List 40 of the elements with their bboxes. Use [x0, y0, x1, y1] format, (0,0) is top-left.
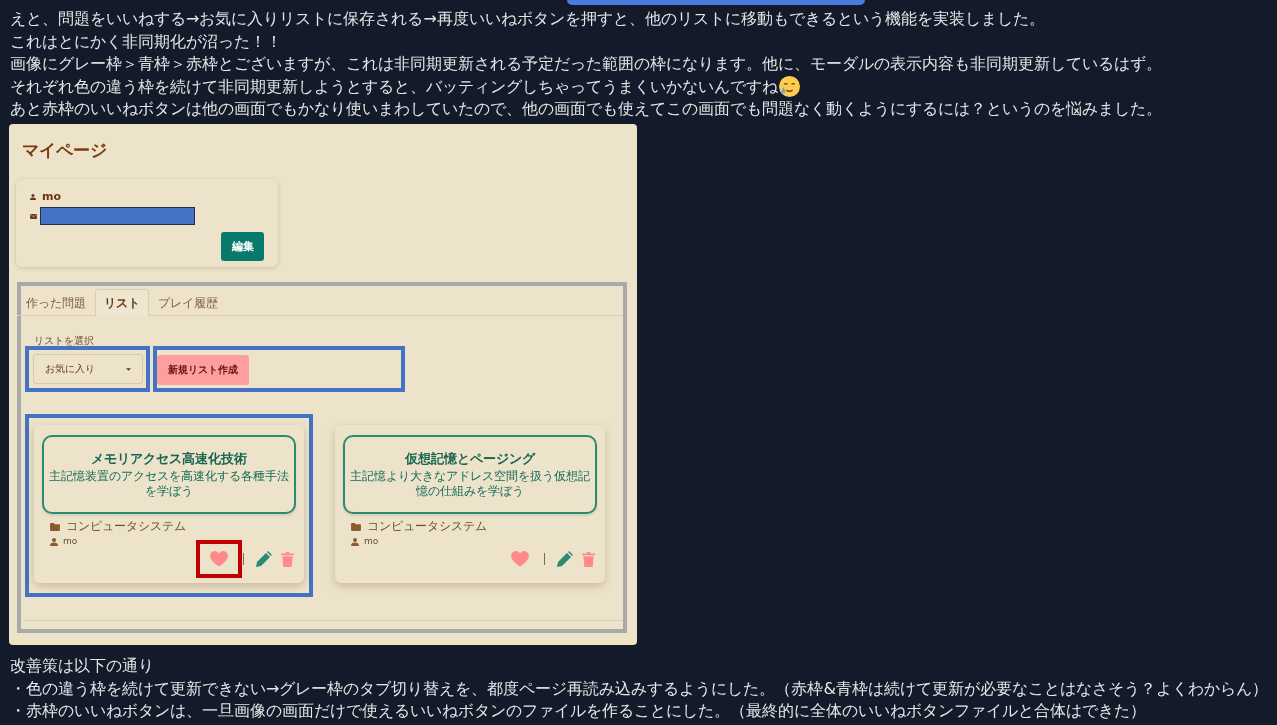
tab[interactable]: リスト	[95, 289, 149, 316]
trash-icon[interactable]	[582, 551, 595, 567]
bullet-item: ・赤枠のいいねボタンは、一旦画像の画面だけで使えるいいねボタンのファイルを作ることにした。（最終的に全体のいいねボタンファイルと合体はできた）	[10, 700, 1147, 722]
tab[interactable]: プレイ履歴	[149, 289, 227, 316]
page-title: マイページ	[22, 140, 107, 160]
card-description: 主記憶より大きなアドレス空間を扱う仮想記憶の仕組みを学ぼう	[349, 468, 591, 499]
heart-icon[interactable]	[511, 551, 529, 567]
bullet-item: ・色の違う枠を続けて更新できない→グレー枠のタブ切り替えを、都度ページ再読み込みするようにした。（赤枠&青枠は続けて更新が必要なことはなさそう？よくわからん）	[10, 677, 1267, 700]
tab[interactable]: 作った問題	[17, 289, 95, 316]
user-name: mo	[42, 191, 62, 203]
card-title: 仮想記憶とページング	[405, 450, 535, 467]
card-description: 主記憶装置のアクセスを高速化する各種手法を学ぼう	[48, 468, 290, 499]
author-name: mo	[63, 535, 78, 548]
author-name: mo	[364, 535, 379, 548]
select-label: リストを選択	[34, 335, 94, 346]
intro-paragraph: えと、問題をいいねする→お気に入りリストに保存される→再度いいねボタンを押すと、他のリストに移動もできるという機能を実装しました。	[10, 8, 1045, 30]
person-icon	[351, 537, 359, 546]
quiz-card[interactable]: メモリアクセス高速化技術 主記憶装置のアクセスを高速化する各種手法を学ぼう コンピュータシステム mo	[34, 425, 304, 583]
intro-paragraph: 画像にグレー枠＞青枠＞赤枠とございますが、これは非同期更新される予定だった範囲の枠になります。他に、モーダルの表示内容も非同期更新しているはず。	[10, 53, 1162, 75]
category-label: コンピュータシステム	[66, 520, 186, 533]
pencil-icon[interactable]	[256, 551, 272, 567]
edit-button[interactable]: 編集	[221, 232, 264, 261]
folder-icon	[50, 522, 60, 531]
new-list-button[interactable]: 新規リスト作成	[157, 355, 249, 385]
list-select[interactable]: お気に入り	[33, 354, 143, 384]
intro-paragraph: これはとにかく非同期化が沼った！！	[10, 30, 282, 53]
intro-paragraph: それぞれ色の違う枠を続けて非同期更新しようとすると、バッティングしちゃってうまくいかないんですね	[10, 75, 778, 98]
category-label: コンピュータシステム	[367, 520, 487, 533]
pencil-icon[interactable]	[557, 551, 573, 567]
person-icon	[50, 537, 58, 546]
person-icon	[30, 194, 36, 200]
mail-icon	[30, 213, 37, 219]
heart-icon[interactable]	[210, 551, 228, 567]
trash-icon[interactable]	[281, 551, 294, 567]
folder-icon	[351, 522, 361, 531]
quiz-card[interactable]: 仮想記憶とページング 主記憶より大きなアドレス空間を扱う仮想記憶の仕組みを学ぼう コンピュータシステム mo	[335, 425, 605, 583]
caret-icon	[126, 367, 131, 371]
section-heading: 改善策は以下の通り	[10, 655, 155, 677]
card-title: メモリアクセス高速化技術	[91, 450, 247, 467]
intro-paragraph: あと赤枠のいいねボタンは他の画面でもかなり使いまわしていたので、他の画面でも使えてこの画面でも問題なく動くようにするには？というのを悩みました。	[10, 98, 1162, 120]
